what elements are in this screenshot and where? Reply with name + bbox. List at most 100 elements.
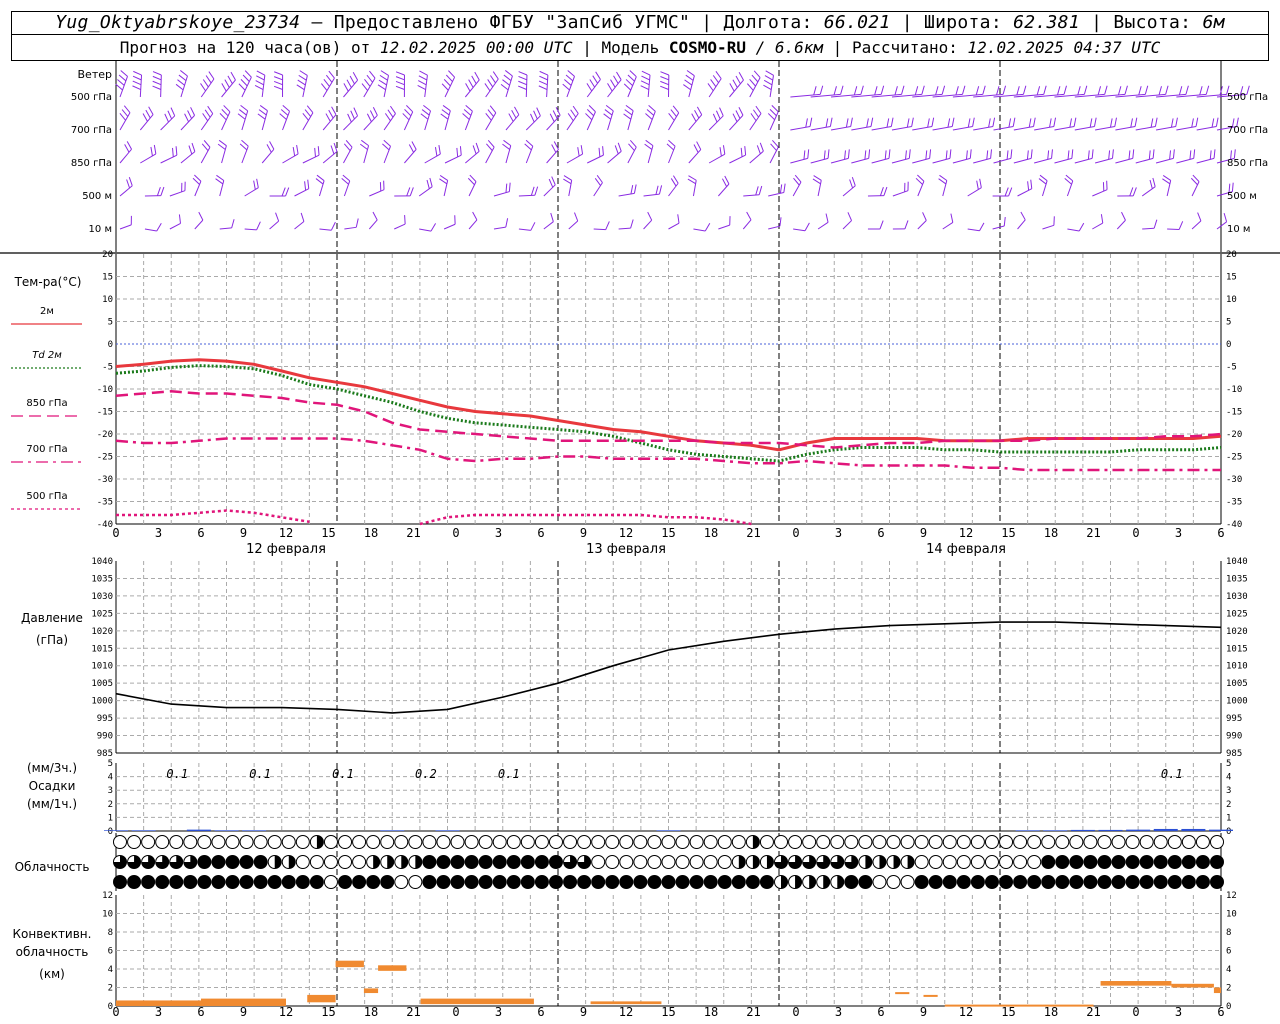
hour-tick-label: 9	[580, 526, 587, 540]
cloud-fill	[781, 875, 788, 889]
wind-barb-feather	[489, 105, 497, 114]
wind-barb	[462, 104, 473, 131]
wind-barb-shaft	[817, 221, 829, 230]
y-tick-label-left: 1	[108, 813, 113, 823]
wind-barb-shaft	[219, 227, 232, 230]
wind-barb	[377, 70, 390, 98]
wind-barb-shaft	[543, 221, 554, 230]
wind-barb-feather	[729, 83, 735, 92]
hour-tick-label: 3	[835, 1005, 842, 1019]
wind-barb-feather	[379, 74, 388, 81]
cloud-circle	[366, 835, 381, 849]
wind-barb-shaft	[403, 111, 414, 131]
wind-barb	[160, 107, 176, 131]
wind-barb-feather	[419, 70, 428, 76]
y-tick-label-right: 985	[1226, 749, 1242, 759]
wind-barb-shaft	[244, 187, 259, 197]
cloud-marker	[900, 835, 915, 849]
wind-barb	[505, 106, 520, 131]
hour-tick-label: 9	[240, 1005, 247, 1019]
wind-barb	[302, 146, 320, 164]
wind-barb-feather	[927, 118, 930, 128]
wind-barb	[763, 70, 774, 98]
wind-barb	[708, 145, 726, 164]
wind-barb-feather	[198, 211, 204, 221]
wind-barb-feather	[409, 187, 414, 197]
cloud-circle	[113, 875, 127, 889]
wind-barb	[973, 117, 996, 131]
wind-barb-shaft	[643, 193, 660, 197]
wind-barb-feather	[613, 75, 619, 84]
cloud-circle	[155, 875, 170, 889]
cloud-circle	[689, 835, 704, 849]
cloud-circle	[211, 855, 226, 869]
wind-barb	[343, 72, 359, 98]
wind-barb-feather	[1094, 117, 1097, 127]
wind-barb	[973, 149, 993, 164]
wind-barb	[1013, 149, 1033, 164]
temp-title: Тем-ра(°C)	[14, 275, 82, 289]
wind-barb-feather	[518, 85, 527, 90]
conv-cloud-bar	[201, 998, 286, 1006]
wind-barb	[169, 214, 181, 230]
cloud-marker	[338, 875, 353, 889]
wind-barb-feather	[758, 185, 763, 195]
wind-barb-feather	[442, 105, 451, 112]
wind-barb-feather	[740, 147, 743, 157]
wind-barb-shaft	[160, 115, 176, 131]
wind-barb	[343, 140, 353, 164]
cloud-marker	[1139, 835, 1154, 849]
cloud-marker	[127, 855, 142, 869]
hour-tick-label: 18	[1044, 526, 1058, 540]
wind-barb	[221, 71, 236, 98]
wind-barb-shaft	[344, 226, 357, 230]
cloud-marker	[844, 835, 859, 849]
wind-barb	[607, 71, 622, 98]
cloud-circle	[1153, 875, 1168, 889]
cloud-circle	[1153, 835, 1168, 849]
cloud-circle	[1195, 855, 1210, 869]
wind-barb-feather	[607, 83, 613, 92]
wind-barb-feather	[633, 184, 637, 194]
wind-barb-shaft	[586, 79, 601, 98]
cloud-marker	[633, 855, 648, 869]
wind-barb	[269, 187, 290, 197]
cloud-circle	[1055, 875, 1070, 889]
cloud-marker	[689, 875, 704, 889]
cloud-marker	[802, 835, 817, 849]
wind-barb-feather	[941, 85, 946, 95]
cloud-circle	[661, 875, 676, 889]
wind-barb-feather	[1008, 187, 1013, 197]
wind-barb-feather	[771, 105, 779, 113]
wind-barb	[1094, 149, 1114, 164]
wind-barb	[1054, 117, 1077, 131]
wind-barb-feather	[241, 139, 249, 147]
wind-barb-shaft	[1095, 126, 1115, 131]
wind-barb-feather	[965, 150, 968, 160]
cloud-circle	[1083, 875, 1098, 889]
wind-barb-feather	[133, 70, 142, 76]
wind-barb-shaft	[543, 184, 556, 197]
y-tick-label-right: 2	[1226, 800, 1231, 810]
cloud-fill	[907, 855, 915, 869]
wind-barb-feather	[465, 104, 473, 112]
cloud-marker	[1195, 835, 1210, 849]
wind-barb	[643, 185, 663, 197]
wind-barb-feather	[304, 109, 312, 117]
cloud-circle	[942, 835, 957, 849]
wind-barb	[192, 174, 202, 197]
cloud-marker	[774, 875, 789, 889]
cloud-marker	[844, 855, 859, 869]
wind-barb-shaft	[1135, 157, 1154, 164]
hour-tick-label: 12	[279, 526, 293, 540]
wind-barb-feather	[221, 109, 229, 117]
cloud-circle	[816, 835, 831, 849]
cloud-circle	[239, 875, 254, 889]
wind-barb-feather	[508, 182, 511, 192]
wind-barb-feather	[735, 75, 741, 85]
wind-barb-feather	[190, 107, 196, 116]
cloud-circle	[352, 855, 367, 869]
y-tick-label-right: 1035	[1226, 574, 1248, 584]
wind-barb	[593, 221, 610, 231]
wind-barb-feather	[132, 85, 141, 90]
